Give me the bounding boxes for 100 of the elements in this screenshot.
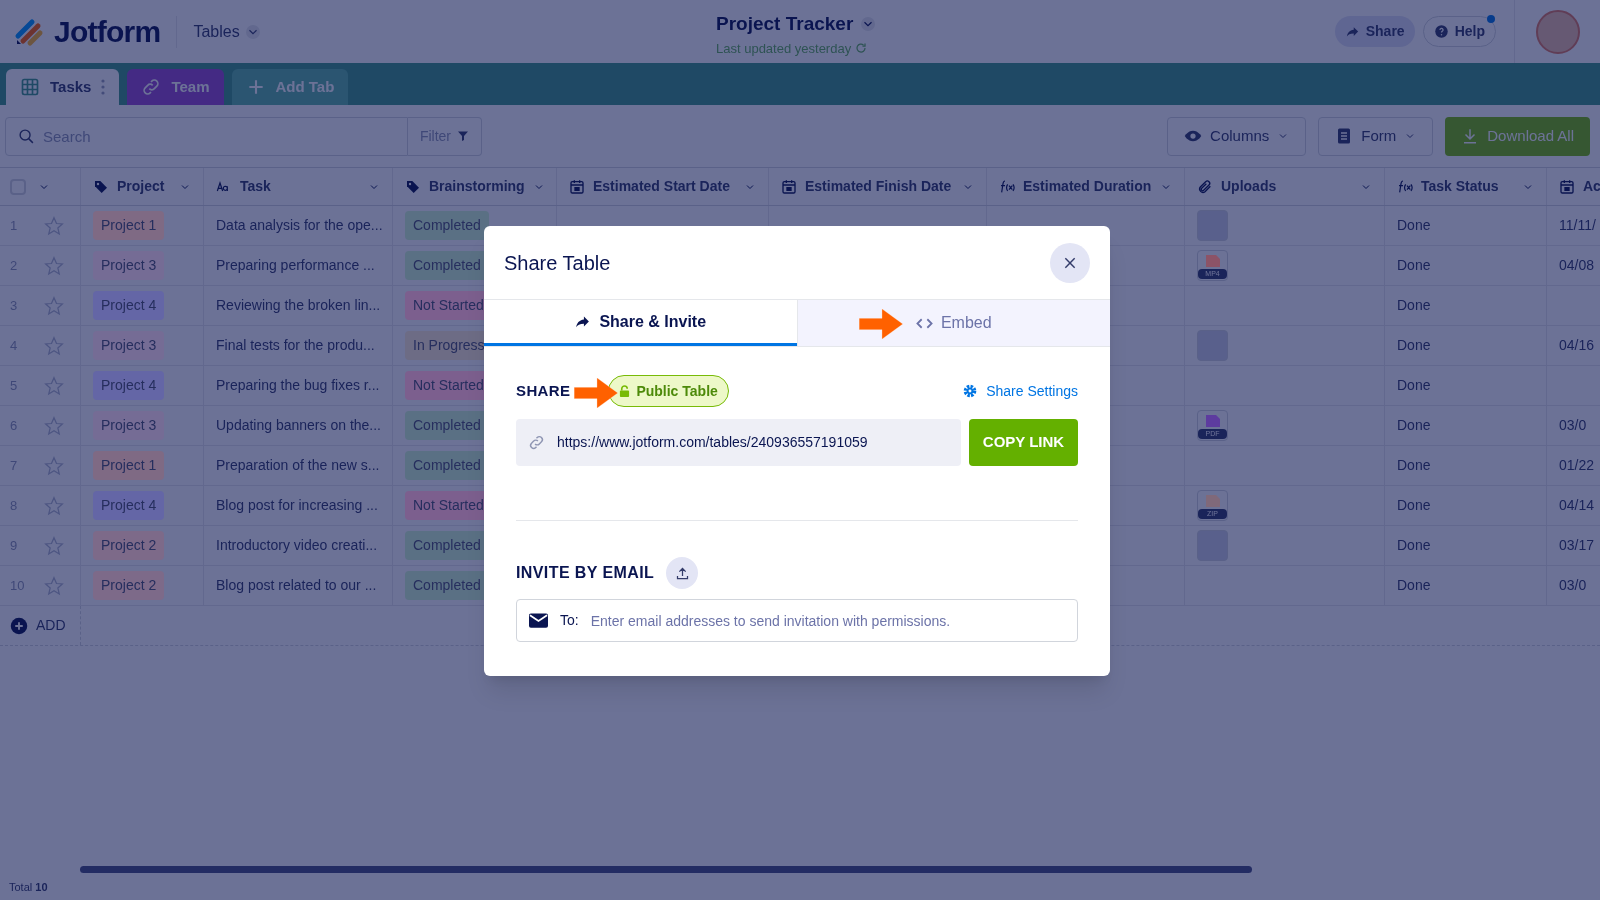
star-icon[interactable] xyxy=(44,455,64,476)
star-icon[interactable] xyxy=(44,335,64,356)
chevron-icon xyxy=(245,24,260,39)
calendar-icon xyxy=(1559,178,1575,195)
star-icon[interactable] xyxy=(44,375,64,396)
column-header[interactable]: Uploads xyxy=(1185,168,1385,205)
calendar-icon xyxy=(781,178,797,195)
star-icon[interactable] xyxy=(44,255,64,276)
tab[interactable]: Team xyxy=(127,69,224,105)
table-cell-text: Done xyxy=(1397,416,1431,435)
app-menu-dropdown[interactable]: Tables xyxy=(193,19,260,44)
search-icon xyxy=(18,127,35,145)
column-header[interactable]: Estimated Duration xyxy=(987,168,1185,205)
logo-wordmark: Jotform xyxy=(54,14,161,50)
table-cell-text: Blog post for increasing ... xyxy=(216,496,378,515)
table-cell-text: Blog post related to our ... xyxy=(216,576,377,595)
download-button[interactable]: Download All xyxy=(1445,116,1590,156)
section-heading: INVITE BY EMAIL xyxy=(516,563,655,583)
email-input[interactable]: Enter email addresses to send invitation with permissions. xyxy=(590,605,1065,636)
tag-icon xyxy=(405,178,421,195)
email-field[interactable]: To: Enter email addresses to send invitation with permissions. xyxy=(516,599,1078,642)
project-tag: Project 3 xyxy=(93,411,165,440)
table-cell-text: Done xyxy=(1397,336,1431,355)
column-header[interactable]: Task xyxy=(204,168,393,205)
link-icon xyxy=(528,434,545,451)
table-cell-text: Updating banners on the... xyxy=(216,416,381,435)
column-header[interactable]: Estimated Start Date xyxy=(557,168,769,205)
column-header[interactable]: Task Status xyxy=(1385,168,1547,205)
paperclip-icon xyxy=(1197,178,1213,195)
upload-icon xyxy=(674,565,690,581)
table-cell-text: 04/16 xyxy=(1559,336,1595,355)
status-tag: Completed xyxy=(405,211,489,240)
project-tag: Project 2 xyxy=(93,531,165,560)
link-url-field[interactable]: https://www.jotform.com/tables/240936557191059 xyxy=(516,419,961,466)
table-cell-text: Data analysis for the ope... xyxy=(216,216,383,235)
tab[interactable]: Tasks xyxy=(6,69,120,105)
project-tag: Project 4 xyxy=(93,491,165,520)
project-tag: Project 4 xyxy=(93,371,165,400)
project-title: Project Tracker xyxy=(716,12,854,36)
project-tag: Project 2 xyxy=(93,571,165,600)
section-heading: SHARE xyxy=(516,380,571,401)
more-dots-icon xyxy=(101,79,106,95)
table-cell-text: Preparing performance ... xyxy=(216,256,375,275)
star-icon[interactable] xyxy=(44,415,64,436)
table-cell-text: 03/0 xyxy=(1559,576,1587,595)
refresh-icon xyxy=(855,42,868,55)
padlock-icon xyxy=(619,385,631,397)
table-cell-text: Done xyxy=(1397,296,1431,315)
table-cell-text: Done xyxy=(1397,576,1431,595)
project-tag: Project 3 xyxy=(93,251,165,280)
share-invite-tab[interactable]: Share & Invite xyxy=(484,300,797,346)
help-icon xyxy=(1433,24,1449,39)
table-cell-text: 03/0 xyxy=(1559,416,1587,435)
star-icon[interactable] xyxy=(44,535,64,556)
horizontal-scrollbar[interactable] xyxy=(80,865,1252,873)
to-label: To: xyxy=(560,611,579,630)
last-updated-text: Last updated yesterday xyxy=(716,39,852,58)
close-icon xyxy=(1063,255,1077,270)
copy-link-button[interactable]: COPY LINK xyxy=(969,419,1078,466)
table-cell-text: 03/17 xyxy=(1559,536,1595,555)
table-cell-text: Done xyxy=(1397,216,1431,235)
table-cell-text: 04/14 xyxy=(1559,496,1595,515)
dialog-title: Share Table xyxy=(504,250,611,276)
table-cell-text: Final tests for the produ... xyxy=(216,336,375,355)
chevron-icon xyxy=(861,17,876,32)
envelope-icon xyxy=(529,613,548,628)
columns-button[interactable]: Columns xyxy=(1167,116,1307,156)
table-cell-text: 04/08 xyxy=(1559,256,1595,275)
share-button[interactable]: Share xyxy=(1334,16,1415,47)
table-cell-text: Done xyxy=(1397,536,1431,555)
upload-button[interactable] xyxy=(666,557,699,589)
table-cell-text: Done xyxy=(1397,456,1431,475)
table-cell-text: Done xyxy=(1397,256,1431,275)
project-tag: Project 3 xyxy=(93,331,165,360)
star-icon[interactable] xyxy=(44,575,64,596)
table-cell-text: Introductory video creati... xyxy=(216,536,378,555)
column-header[interactable]: Estimated Finish Date xyxy=(769,168,987,205)
add-row-button[interactable]: ADD xyxy=(0,606,81,645)
table-cell-text: 11/11/ xyxy=(1559,216,1596,235)
form-button[interactable]: Form xyxy=(1318,116,1434,156)
star-icon[interactable] xyxy=(44,295,64,316)
close-button[interactable] xyxy=(1050,242,1090,283)
embed-tab[interactable]: Embed xyxy=(796,300,1110,346)
share-settings-link[interactable]: Share Settings xyxy=(962,380,1078,402)
tag-icon xyxy=(93,178,109,195)
table-cell-text: Done xyxy=(1397,496,1431,515)
column-header[interactable]: Ac xyxy=(1547,168,1600,205)
table-cell-text: Preparing the bug fixes r... xyxy=(216,376,380,395)
column-header[interactable]: Brainstorming xyxy=(393,168,557,205)
link-icon xyxy=(141,77,162,97)
star-icon[interactable] xyxy=(44,215,64,236)
star-icon[interactable] xyxy=(44,495,64,516)
table-cell-text: Preparation of the new s... xyxy=(216,456,380,475)
calendar-icon xyxy=(569,178,585,195)
function-icon xyxy=(999,178,1015,195)
tab[interactable]: Add Tab xyxy=(231,69,349,105)
project-tag: Project 1 xyxy=(93,211,165,240)
table-cell-text: Reviewing the broken lin... xyxy=(216,296,381,315)
column-header[interactable]: Project xyxy=(81,168,204,205)
function-icon xyxy=(1397,178,1413,195)
